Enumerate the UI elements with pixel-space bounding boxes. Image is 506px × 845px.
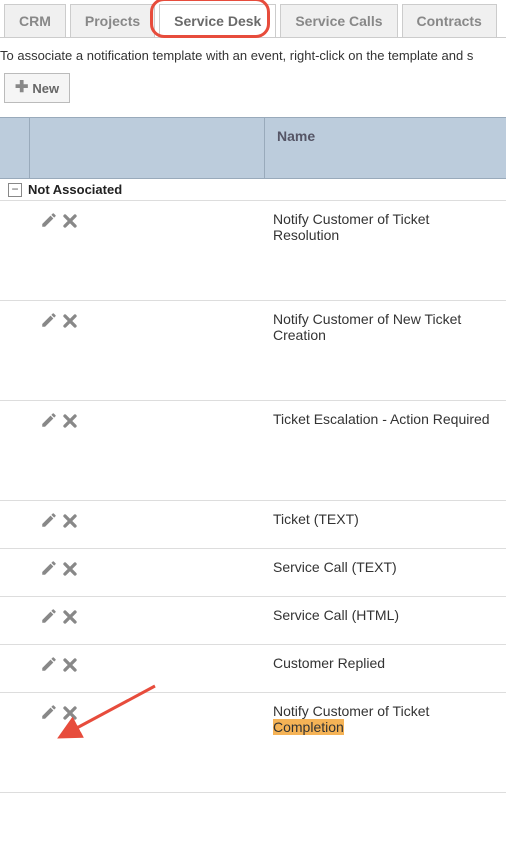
row-name: Customer Replied (265, 645, 506, 692)
column-actions (30, 118, 265, 178)
row-actions (0, 501, 265, 548)
delete-icon[interactable] (60, 559, 80, 579)
delete-icon[interactable] (60, 311, 80, 331)
row-name: Service Call (TEXT) (265, 549, 506, 596)
table-row: Ticket (TEXT) (0, 501, 506, 549)
row-name: Notify Customer of Ticket Resolution (265, 201, 506, 300)
table-row: Notify Customer of Ticket Completion (0, 693, 506, 793)
row-actions (0, 201, 265, 300)
row-name: Notify Customer of New Ticket Creation (265, 301, 506, 400)
row-actions (0, 401, 265, 500)
new-button[interactable]: ✚ New (4, 73, 70, 103)
tab-service-desk[interactable]: Service Desk (159, 4, 276, 37)
delete-icon[interactable] (60, 703, 80, 723)
column-name-header: Name (265, 118, 506, 178)
row-name: Ticket Escalation - Action Required (265, 401, 506, 500)
edit-icon[interactable] (40, 559, 58, 577)
new-button-label: New (32, 81, 59, 96)
row-actions (0, 549, 265, 596)
delete-icon[interactable] (60, 607, 80, 627)
row-actions (0, 301, 265, 400)
delete-icon[interactable] (60, 511, 80, 531)
edit-icon[interactable] (40, 511, 58, 529)
row-name: Notify Customer of Ticket Completion (265, 693, 506, 792)
row-name: Ticket (TEXT) (265, 501, 506, 548)
rows-container: Notify Customer of Ticket ResolutionNoti… (0, 201, 506, 793)
edit-icon[interactable] (40, 655, 58, 673)
edit-icon[interactable] (40, 311, 58, 329)
table-row: Notify Customer of New Ticket Creation (0, 301, 506, 401)
edit-icon[interactable] (40, 703, 58, 721)
row-actions (0, 693, 265, 792)
grid-header: Name (0, 117, 506, 179)
tab-contracts[interactable]: Contracts (402, 4, 497, 37)
delete-icon[interactable] (60, 411, 80, 431)
tab-projects[interactable]: Projects (70, 4, 155, 37)
row-actions (0, 645, 265, 692)
plus-icon: ✚ (15, 80, 28, 96)
delete-icon[interactable] (60, 211, 80, 231)
table-row: Customer Replied (0, 645, 506, 693)
row-actions (0, 597, 265, 644)
highlighted-text: Completion (273, 719, 344, 735)
table-row: Service Call (TEXT) (0, 549, 506, 597)
edit-icon[interactable] (40, 607, 58, 625)
row-name: Service Call (HTML) (265, 597, 506, 644)
tab-service-calls[interactable]: Service Calls (280, 4, 397, 37)
instruction-text: To associate a notification template wit… (0, 38, 506, 73)
edit-icon[interactable] (40, 411, 58, 429)
table-row: Notify Customer of Ticket Resolution (0, 201, 506, 301)
table-row: Ticket Escalation - Action Required (0, 401, 506, 501)
edit-icon[interactable] (40, 211, 58, 229)
table-row: Service Call (HTML) (0, 597, 506, 645)
tab-bar: CRM Projects Service Desk Service Calls … (0, 0, 506, 38)
tab-crm[interactable]: CRM (4, 4, 66, 37)
group-row: − Not Associated (0, 179, 506, 201)
column-collapse (0, 118, 30, 178)
group-label: Not Associated (28, 182, 122, 197)
collapse-button[interactable]: − (8, 183, 22, 197)
delete-icon[interactable] (60, 655, 80, 675)
